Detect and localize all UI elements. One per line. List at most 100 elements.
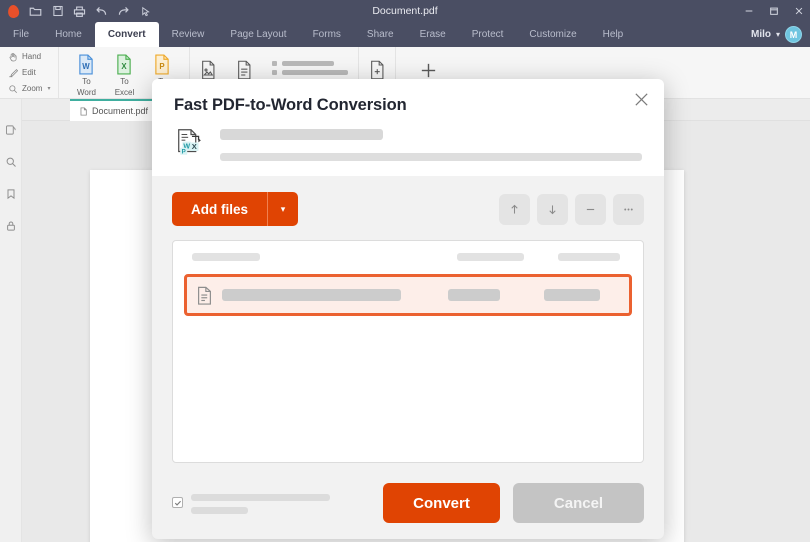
list-action-buttons: [499, 193, 644, 225]
to-word-label-line2: Word: [76, 87, 96, 97]
user-name: Milo: [750, 29, 771, 40]
add-files-label: Add files: [172, 192, 269, 226]
footer-option-placeholder: [191, 494, 330, 514]
bookmark-icon[interactable]: [4, 187, 17, 200]
ribbon-tab-bar: File Home Convert Review Page Layout For…: [0, 22, 810, 47]
file-list-header: [184, 251, 632, 263]
tab-help[interactable]: Help: [590, 22, 637, 47]
convert-to-excel-button[interactable]: X To Excel: [107, 49, 141, 97]
left-sidebar: [0, 99, 22, 542]
footer-option[interactable]: [172, 492, 330, 514]
add-files-button[interactable]: Add files ▾: [172, 192, 299, 226]
tab-forms[interactable]: Forms: [300, 22, 354, 47]
redo-icon[interactable]: [117, 5, 130, 18]
header-column-3: [558, 253, 620, 261]
dialog-description-placeholder: [220, 126, 642, 161]
tab-customize[interactable]: Customize: [516, 22, 589, 47]
footer-buttons: Convert Cancel: [383, 483, 644, 523]
hand-tool-label: Hand: [22, 52, 42, 61]
open-folder-icon[interactable]: [29, 5, 42, 18]
edit-icon: [8, 68, 18, 78]
to-ppt-icon: P: [152, 53, 172, 75]
row-cell-2: [448, 289, 500, 301]
edit-tool-button[interactable]: Edit: [8, 66, 50, 79]
avatar[interactable]: M: [785, 26, 802, 43]
dialog-actions-row: Add files ▾: [172, 192, 644, 226]
file-list-panel[interactable]: [172, 240, 644, 463]
footer-bar-primary: [191, 494, 330, 501]
search-icon[interactable]: [4, 155, 17, 168]
footer-bar-secondary: [191, 507, 248, 514]
dialog-footer: Convert Cancel: [152, 467, 664, 539]
maximize-button[interactable]: [768, 6, 779, 17]
pages-panel-icon[interactable]: [4, 123, 17, 136]
footer-checkbox[interactable]: [172, 497, 183, 508]
to-word-label-line1: To: [82, 76, 91, 86]
save-icon[interactable]: [51, 5, 64, 18]
tab-share[interactable]: Share: [354, 22, 407, 47]
title-bar: Document.pdf: [0, 0, 810, 22]
add-files-dropdown-icon[interactable]: ▾: [268, 192, 298, 226]
quick-access-toolbar: [0, 3, 152, 19]
svg-text:X: X: [192, 142, 197, 151]
window-controls: [743, 0, 804, 22]
svg-text:X: X: [122, 61, 128, 70]
document-tab[interactable]: Document.pdf: [70, 99, 158, 121]
zoom-tool-button[interactable]: Zoom ▾: [8, 82, 50, 95]
file-icon: [79, 106, 88, 116]
dialog-header: Fast PDF-to-Word Conversion W P X: [152, 79, 664, 176]
pdf-convert-icon: W P X: [174, 126, 208, 160]
description-bar-primary: [220, 129, 383, 140]
to-excel-label-line1: To: [120, 76, 129, 86]
document-icon: [196, 286, 213, 305]
minimize-button[interactable]: [743, 6, 754, 17]
chevron-down-icon: ▾: [775, 30, 780, 39]
undo-icon[interactable]: [95, 5, 108, 18]
move-down-icon[interactable]: [537, 193, 568, 225]
cancel-button[interactable]: Cancel: [513, 483, 644, 523]
svg-text:P: P: [182, 148, 186, 155]
hand-icon: [8, 52, 18, 62]
header-column-2: [457, 253, 524, 261]
dialog-title: Fast PDF-to-Word Conversion: [174, 96, 407, 114]
row-cell-3: [544, 289, 600, 301]
dialog-body: Add files ▾: [152, 176, 664, 463]
hand-tool-button[interactable]: Hand: [8, 50, 50, 63]
edit-tool-label: Edit: [22, 68, 36, 77]
zoom-icon: [8, 84, 18, 94]
convert-button[interactable]: Convert: [383, 483, 500, 523]
more-options-icon[interactable]: [613, 193, 644, 225]
close-button[interactable]: [793, 6, 804, 17]
move-up-icon[interactable]: [499, 193, 530, 225]
tool-group-view: Hand Edit Zoom ▾: [0, 47, 60, 98]
remove-icon[interactable]: [575, 193, 606, 225]
tab-erase[interactable]: Erase: [407, 22, 459, 47]
to-excel-label-line2: Excel: [114, 87, 135, 97]
application-window: Document.pdf File Home Convert Review Pa…: [0, 0, 810, 542]
to-word-icon: W: [76, 53, 96, 75]
table-row[interactable]: [184, 274, 632, 316]
to-excel-icon: X: [114, 53, 134, 75]
row-cell-1: [222, 289, 401, 301]
tab-file[interactable]: File: [0, 22, 42, 47]
tab-page-layout[interactable]: Page Layout: [217, 22, 299, 47]
document-tab-label: Document.pdf: [92, 106, 149, 116]
chevron-down-icon: ▾: [47, 86, 51, 92]
tab-protect[interactable]: Protect: [459, 22, 517, 47]
header-column-1: [192, 253, 260, 261]
convert-to-word-button[interactable]: W To Word: [69, 49, 103, 97]
zoom-tool-label: Zoom: [22, 84, 43, 93]
close-icon[interactable]: [632, 90, 650, 108]
tab-review[interactable]: Review: [159, 22, 218, 47]
app-logo-icon: [7, 3, 20, 19]
tab-convert[interactable]: Convert: [94, 22, 159, 47]
print-icon[interactable]: [73, 5, 86, 18]
svg-text:W: W: [83, 61, 91, 70]
cursor-icon[interactable]: [139, 5, 152, 18]
tab-home[interactable]: Home: [42, 22, 95, 47]
conversion-dialog: Fast PDF-to-Word Conversion W P X Add fi…: [152, 79, 664, 539]
svg-text:P: P: [160, 61, 165, 70]
lock-icon[interactable]: [4, 219, 17, 232]
user-menu[interactable]: Milo ▾ M: [751, 22, 802, 47]
description-bar-secondary: [220, 153, 642, 161]
